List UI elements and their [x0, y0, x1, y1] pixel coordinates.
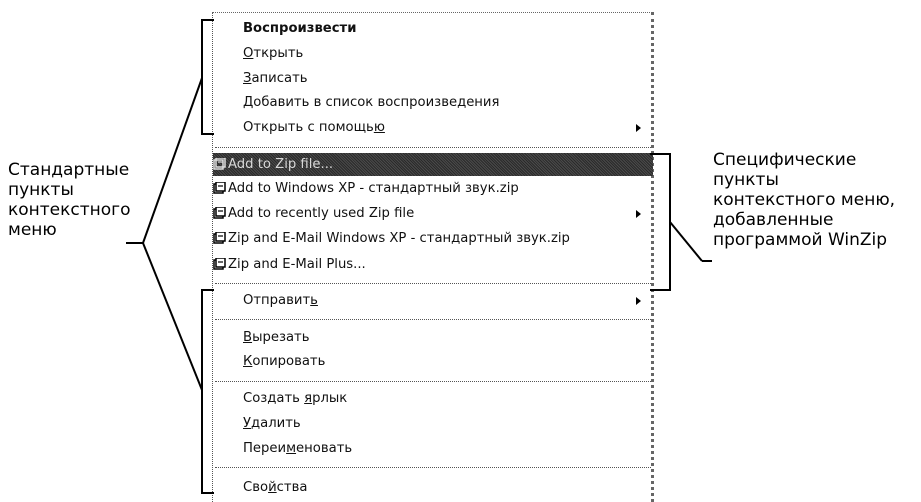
- standard-items-annotation: Стандартные пункты контекстного меню: [8, 160, 131, 240]
- winzip-items-annotation: Специфические пункты контекстного меню, …: [713, 150, 896, 250]
- annotation-brackets: [126, 19, 712, 494]
